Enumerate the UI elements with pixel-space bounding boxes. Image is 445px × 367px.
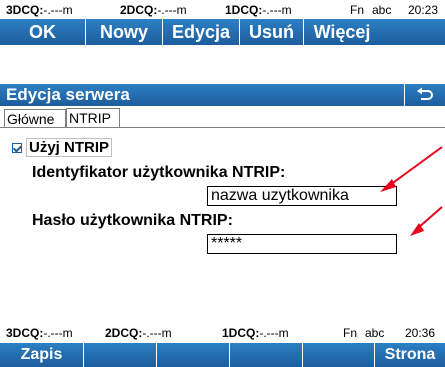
dcq2-value: -.---m [157,3,187,17]
dcq3-value: -.---m [43,3,73,17]
save-button[interactable]: Zapis [0,343,84,367]
softkey-4[interactable] [230,343,303,367]
dcq3-label: 3DCQ: [6,3,44,17]
top-status-bar: 3DCQ:-.---m 2DCQ:-.---m 1DCQ:-.---m Fn a… [0,2,445,18]
softkey-5[interactable] [303,343,375,367]
dcq1-value: -.---m [262,3,292,17]
window-title: Edycja serwera [6,85,130,104]
dcq1-label: 1DCQ: [222,326,260,340]
delete-button[interactable]: Usuń [240,19,304,45]
fn-indicator: Fn [350,3,365,17]
tab-ntrip[interactable]: NTRIP [66,108,120,128]
clock: 20:23 [408,3,439,17]
checkbox-checked-icon [12,142,22,153]
dcq3-value: -.---m [43,326,73,340]
dcq1-value: -.---m [259,326,289,340]
use-ntrip-checkbox[interactable]: Użyj NTRIP [12,138,113,157]
dcq1-label: 1DCQ: [225,3,263,17]
annotation-arrows [380,146,443,236]
password-label: Hasło użytkownika NTRIP: [32,212,233,229]
softkey-3[interactable] [157,343,230,367]
clock: 20:36 [405,326,436,340]
bottom-status-bar: 3DCQ:-.---m 2DCQ:-.---m 1DCQ:-.---m Fn a… [0,325,445,341]
dcq2-label: 2DCQ: [105,326,143,340]
page-button[interactable]: Strona [375,343,445,367]
new-button[interactable]: Nowy [86,19,163,45]
dcq2-label: 2DCQ: [120,3,158,17]
dcq2-value: -.---m [142,326,172,340]
ok-button[interactable]: OK [0,19,86,45]
fn-indicator: Fn [343,326,358,340]
dcq3-label: 3DCQ: [6,326,44,340]
input-mode: abc [372,3,392,17]
more-button[interactable]: Więcej [304,19,380,45]
bottom-softkey-bar: Zapis Strona [0,343,445,367]
softkey-2[interactable] [84,343,157,367]
tab-general[interactable]: Główne [4,109,66,128]
window-title-bar: Edycja serwera [0,84,445,106]
edit-button[interactable]: Edycja [163,19,240,45]
user-id-label: Identyfikator użytkownika NTRIP: [32,164,286,181]
use-ntrip-label: Użyj NTRIP [26,138,113,157]
top-softkey-bar: OK Nowy Edycja Usuń Więcej [0,19,445,45]
back-icon[interactable] [404,84,445,106]
input-mode: abc [365,326,385,340]
